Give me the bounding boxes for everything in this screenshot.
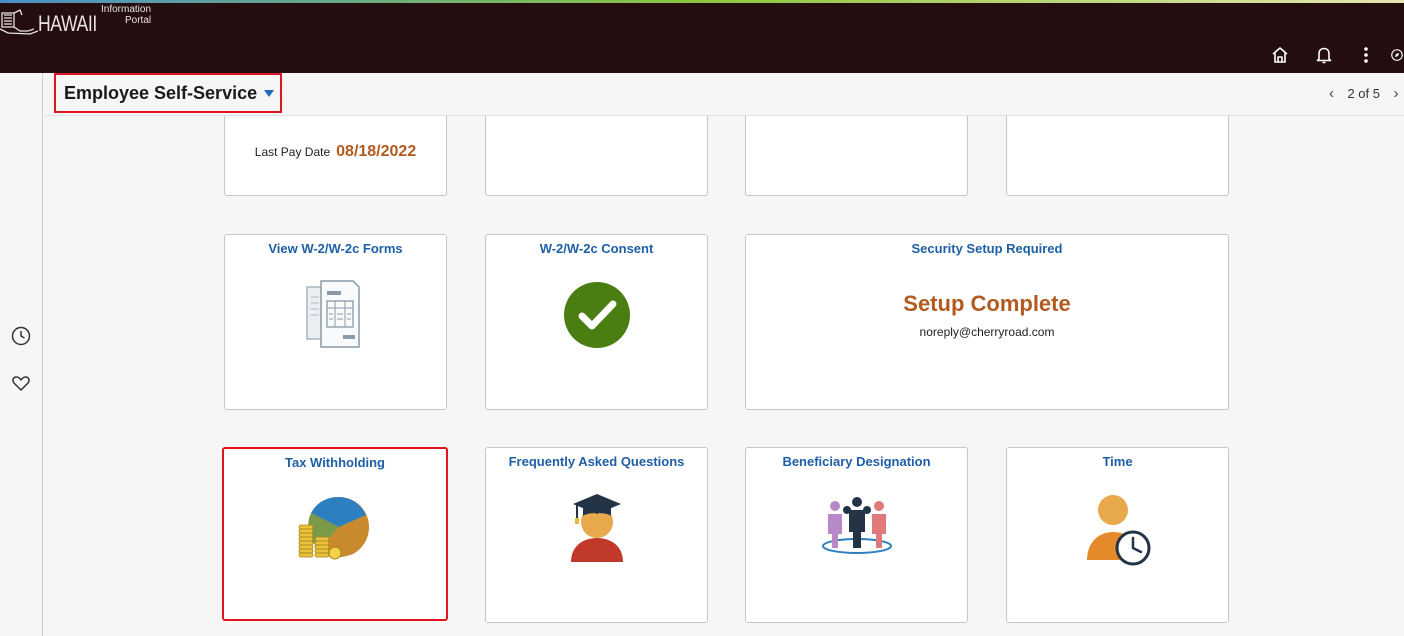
- homepage-pager: ‹ 2 of 5 ›: [1325, 85, 1402, 102]
- tile-title: Beneficiary Designation: [782, 454, 931, 469]
- bell-icon: [1316, 47, 1332, 64]
- actions-menu-button[interactable]: [1354, 43, 1378, 67]
- portal-logo-icon: [0, 9, 39, 35]
- person-clock-icon: [1086, 495, 1150, 566]
- tile-time[interactable]: Time: [1006, 447, 1229, 623]
- compass-icon: [1391, 49, 1403, 61]
- tile-view-w2-forms[interactable]: View W-2/W-2c Forms: [224, 234, 447, 410]
- page-title: Employee Self-Service: [64, 82, 258, 103]
- caret-down-icon: [264, 89, 275, 97]
- tile-faq[interactable]: Frequently Asked Questions: [485, 447, 708, 623]
- hawaii-information-portal-logo[interactable]: HAWAII: [0, 9, 112, 39]
- last-pay-info: Last Pay Date 08/18/2022: [225, 143, 446, 161]
- homepage-selector[interactable]: Employee Self-Service: [54, 73, 282, 113]
- home-icon: [1272, 47, 1288, 63]
- tile-row1-2[interactable]: [485, 116, 708, 196]
- logo-subtitle: Information Portal: [101, 4, 151, 26]
- header-actions: [1268, 43, 1404, 67]
- tile-title: Frequently Asked Questions: [508, 454, 685, 469]
- setup-email: noreply@cherryroad.com: [919, 325, 1055, 339]
- logo-wordmark: HAWAII: [38, 11, 97, 36]
- setup-status: Setup Complete: [903, 291, 1071, 316]
- last-pay-date: 08/18/2022: [336, 143, 417, 160]
- pie-chart-coins-icon: [298, 496, 369, 560]
- tile-beneficiary-designation[interactable]: Beneficiary Designation: [745, 447, 968, 623]
- previous-page-button[interactable]: ‹: [1325, 85, 1337, 102]
- tile-tax-withholding[interactable]: Tax Withholding: [222, 447, 448, 621]
- more-vertical-icon: [1364, 47, 1368, 63]
- tile-title: Time: [1102, 454, 1133, 469]
- left-side-rail: [0, 73, 43, 636]
- tile-row1-4[interactable]: [1006, 116, 1229, 196]
- tile-security-setup[interactable]: Security Setup Required Setup Complete n…: [745, 234, 1229, 410]
- last-pay-label: Last Pay Date: [254, 145, 331, 159]
- people-group-icon: [821, 497, 892, 554]
- tile-title: View W-2/W-2c Forms: [268, 241, 403, 256]
- navbar-button[interactable]: [1390, 43, 1404, 67]
- tile-title: Security Setup Required: [911, 241, 1063, 256]
- page-title-bar: Employee Self-Service ‹ 2 of 5 ›: [44, 73, 1404, 116]
- next-page-button[interactable]: ›: [1390, 85, 1402, 102]
- logo-subtitle-line1: Information: [101, 4, 152, 15]
- clock-icon[interactable]: [10, 325, 32, 347]
- notifications-button[interactable]: [1312, 43, 1336, 67]
- forms-icon: [305, 280, 360, 348]
- graduate-icon: [570, 494, 623, 562]
- checkmark-icon: [563, 282, 630, 348]
- logo-subtitle-line2: Portal: [125, 15, 152, 26]
- tile-title: Tax Withholding: [284, 455, 385, 470]
- page-indicator: 2 of 5: [1347, 86, 1380, 101]
- tile-grid: Last Pay Date 08/18/2022 View W-2/W-2c F…: [44, 116, 1404, 636]
- tile-row1-3[interactable]: [745, 116, 968, 196]
- heart-icon[interactable]: [10, 372, 32, 394]
- tile-paycheck[interactable]: Last Pay Date 08/18/2022: [224, 116, 447, 196]
- tile-title: W-2/W-2c Consent: [539, 241, 654, 256]
- app-header: HAWAII Information Portal: [0, 3, 1404, 73]
- home-button[interactable]: [1268, 43, 1292, 67]
- tile-w2-consent[interactable]: W-2/W-2c Consent: [485, 234, 708, 410]
